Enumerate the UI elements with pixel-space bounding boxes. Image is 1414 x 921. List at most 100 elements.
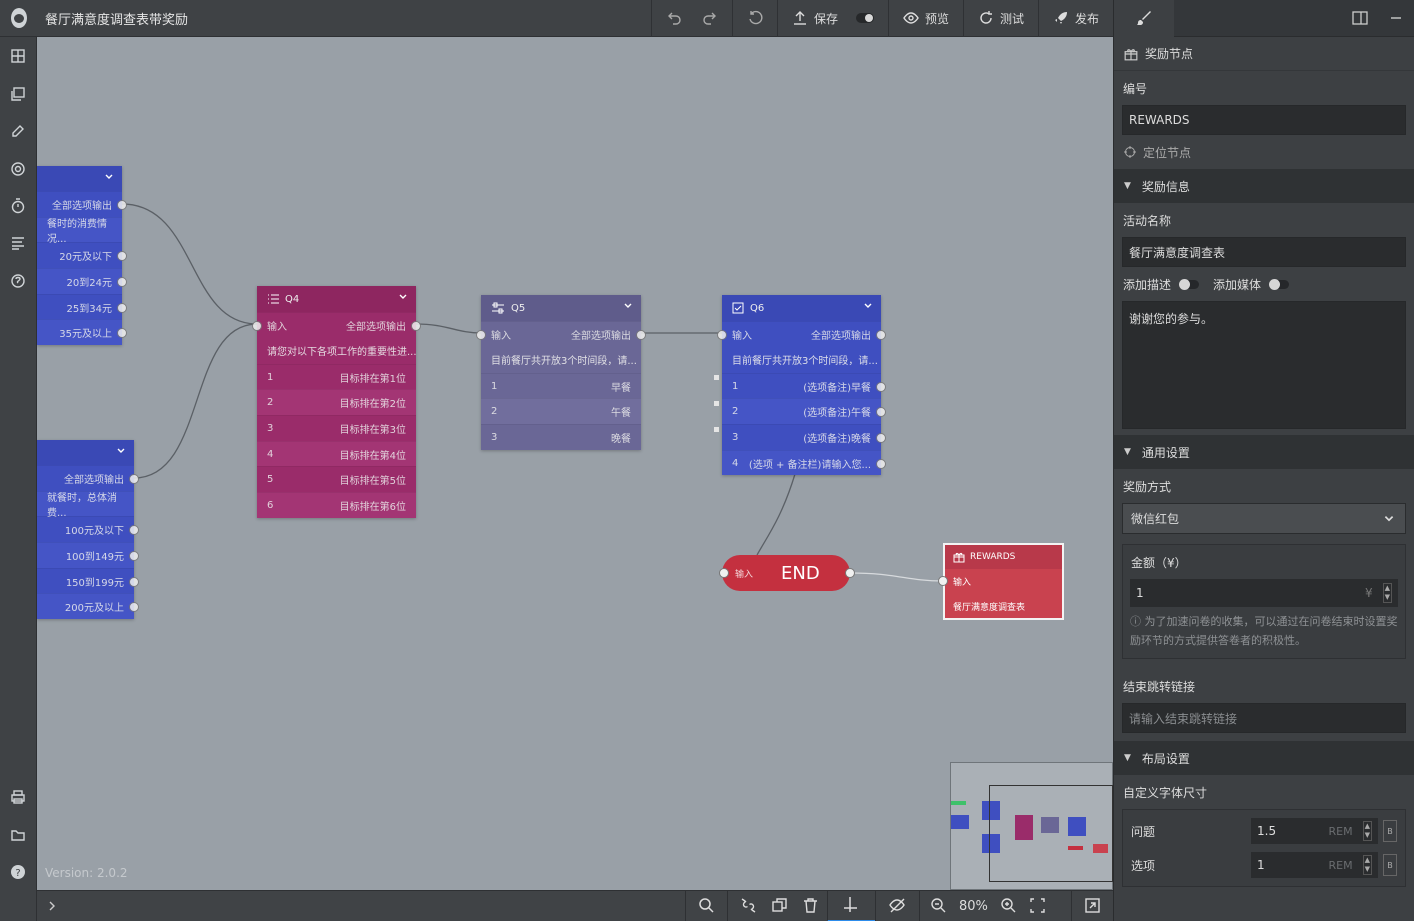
fit-screen-icon [1030,897,1045,913]
save-label: 保存 [813,11,838,26]
id-input[interactable]: REWARDS [1122,105,1406,135]
output-port[interactable] [129,576,139,587]
arrow-up-icon[interactable]: ▲ [1385,584,1390,593]
fit-screen-button[interactable] [1029,897,1046,917]
style-tab[interactable] [1114,0,1174,37]
end-node[interactable]: 输入 END [719,555,855,591]
eyedropper-icon[interactable] [9,122,27,140]
end-link-label: 结束跳转链接 [1123,679,1196,694]
output-port[interactable] [117,200,127,210]
stepper-arrows[interactable]: ▲ ▼ [1382,583,1392,603]
output-port[interactable] [117,302,127,313]
folder-icon[interactable] [9,826,27,844]
output-port[interactable] [411,321,421,331]
chevron-down-icon[interactable] [623,301,633,311]
redo-button[interactable] [702,10,718,26]
amount-input[interactable]: 1 ¥ ▲ ▼ [1130,579,1398,607]
locate-node-link[interactable]: 定位节点 [1114,135,1414,169]
option-size-input[interactable]: 1 REM ▲ ▼ [1251,852,1378,878]
node-row: 全部选项输出 [37,465,139,491]
zoom-out-button[interactable] [930,897,947,917]
save-button[interactable]: 保存 [792,10,838,27]
unlink-button[interactable] [740,897,757,917]
question-node-partial-bottom[interactable]: 全部选项输出 就餐时，总体消费... 100元及以下 100到149元 150到… [37,440,139,620]
stepper-arrows[interactable]: ▲ ▼ [1362,821,1372,841]
align-button[interactable] [842,896,859,916]
reward-info-section[interactable]: ▼ 奖励信息 [1114,169,1414,203]
text-lines-icon[interactable] [9,234,27,252]
test-group: 测试 [962,0,1038,37]
autosave-toggle[interactable] [855,13,874,23]
output-port[interactable] [129,551,139,562]
question-node-q5[interactable]: Q5 输入 全部选项输出 目前餐厅共开放3个时间段，请... 1 早餐 2 午餐 3 晚… [476,295,646,450]
wire-bottom-to-q4 [133,323,258,479]
layout-settings-section[interactable]: ▼ 布局设置 [1114,741,1414,775]
question-node-partial-top[interactable]: 全部选项输出 餐时的消费情况... 20元及以下 20到24元 25到34元 3… [37,166,127,346]
reward-method-select[interactable]: 微信红包 [1122,503,1406,534]
minimap-viewport[interactable] [989,785,1113,882]
input-port[interactable] [938,576,948,586]
output-port[interactable] [876,381,886,392]
add-media-toggle[interactable] [1269,278,1290,290]
output-port[interactable] [876,433,886,444]
brain-icon[interactable] [9,272,27,290]
minimize-button[interactable] [1378,11,1414,25]
at-icon[interactable] [9,160,27,178]
preview-button[interactable]: 预览 [903,10,949,27]
zoom-in-button[interactable] [1000,897,1017,917]
option-row: 1 (选项备注)早餐 [722,372,886,399]
input-port[interactable] [252,321,262,331]
arrow-down-icon[interactable]: ▼ [1385,593,1390,602]
output-port[interactable] [845,568,855,578]
publish-button[interactable]: 发布 [1053,10,1099,27]
survey-title[interactable]: 餐厅满意度调查表带奖励 [45,9,651,28]
bold-toggle[interactable]: B [1383,820,1397,842]
minimap[interactable] [950,762,1113,890]
stepper-arrows[interactable]: ▲ ▼ [1362,855,1372,875]
grid-icon[interactable] [9,47,27,65]
input-port[interactable] [719,568,729,578]
output-port[interactable] [636,330,646,340]
output-port[interactable] [117,277,127,288]
question-node-q6[interactable]: Q6 输入 全部选项输出 目前餐厅共开放3个时间段，请... 1 (选项备注)早餐 … [717,295,886,476]
app-logo[interactable] [0,0,37,37]
general-settings-section[interactable]: ▼ 通用设置 [1114,435,1414,469]
timer-icon[interactable] [9,197,27,215]
reset-button[interactable] [747,10,763,26]
delete-button[interactable] [802,897,819,917]
chevron-down-icon[interactable] [398,292,408,302]
help-icon[interactable]: ? [9,863,27,881]
output-port[interactable] [129,474,139,484]
input-port[interactable] [717,330,727,340]
output-port[interactable] [876,330,886,340]
chevron-down-icon[interactable] [863,301,873,311]
question-size-label: 问题 [1131,824,1156,839]
print-icon[interactable] [9,788,27,806]
activity-name-input[interactable]: 餐厅满意度调查表 [1122,237,1406,267]
undo-button[interactable] [666,10,682,26]
search-button[interactable] [698,897,715,917]
chevron-down-icon[interactable] [104,172,114,182]
question-size-input[interactable]: 1.5 REM ▲ ▼ [1251,818,1378,844]
node-header [37,166,122,191]
gift-icon [1124,48,1138,60]
hide-button[interactable] [889,897,906,917]
duplicate-button[interactable] [771,897,788,917]
end-link-input[interactable]: 请输入结束跳转链接 [1122,703,1406,733]
add-description-toggle[interactable] [1179,278,1200,290]
expand-arrow-button[interactable] [37,900,67,912]
chevron-down-icon[interactable] [116,446,126,456]
test-button[interactable]: 测试 [978,10,1024,27]
search-icon [699,897,714,913]
node-type-heading: 奖励节点 [1114,37,1414,71]
flow-canvas[interactable]: 全部选项输出 餐时的消费情况... 20元及以下 20到24元 25到34元 3… [37,37,1113,890]
output-port[interactable] [876,458,886,469]
rewards-node[interactable]: REWARDS 输入 餐厅满意度调查表 [938,543,1064,620]
panel-layout-button[interactable] [1342,10,1378,26]
input-port[interactable] [476,330,486,340]
fullscreen-button[interactable] [1084,897,1101,917]
question-node-q4[interactable]: Q4 输入 全部选项输出 请您对以下各项工作的重要性进... 1 目标排在第1位 2… [252,286,421,518]
layers-icon[interactable] [9,85,27,103]
thank-you-message[interactable]: 谢谢您的参与。 [1122,301,1406,429]
bold-toggle[interactable]: B [1383,854,1397,876]
